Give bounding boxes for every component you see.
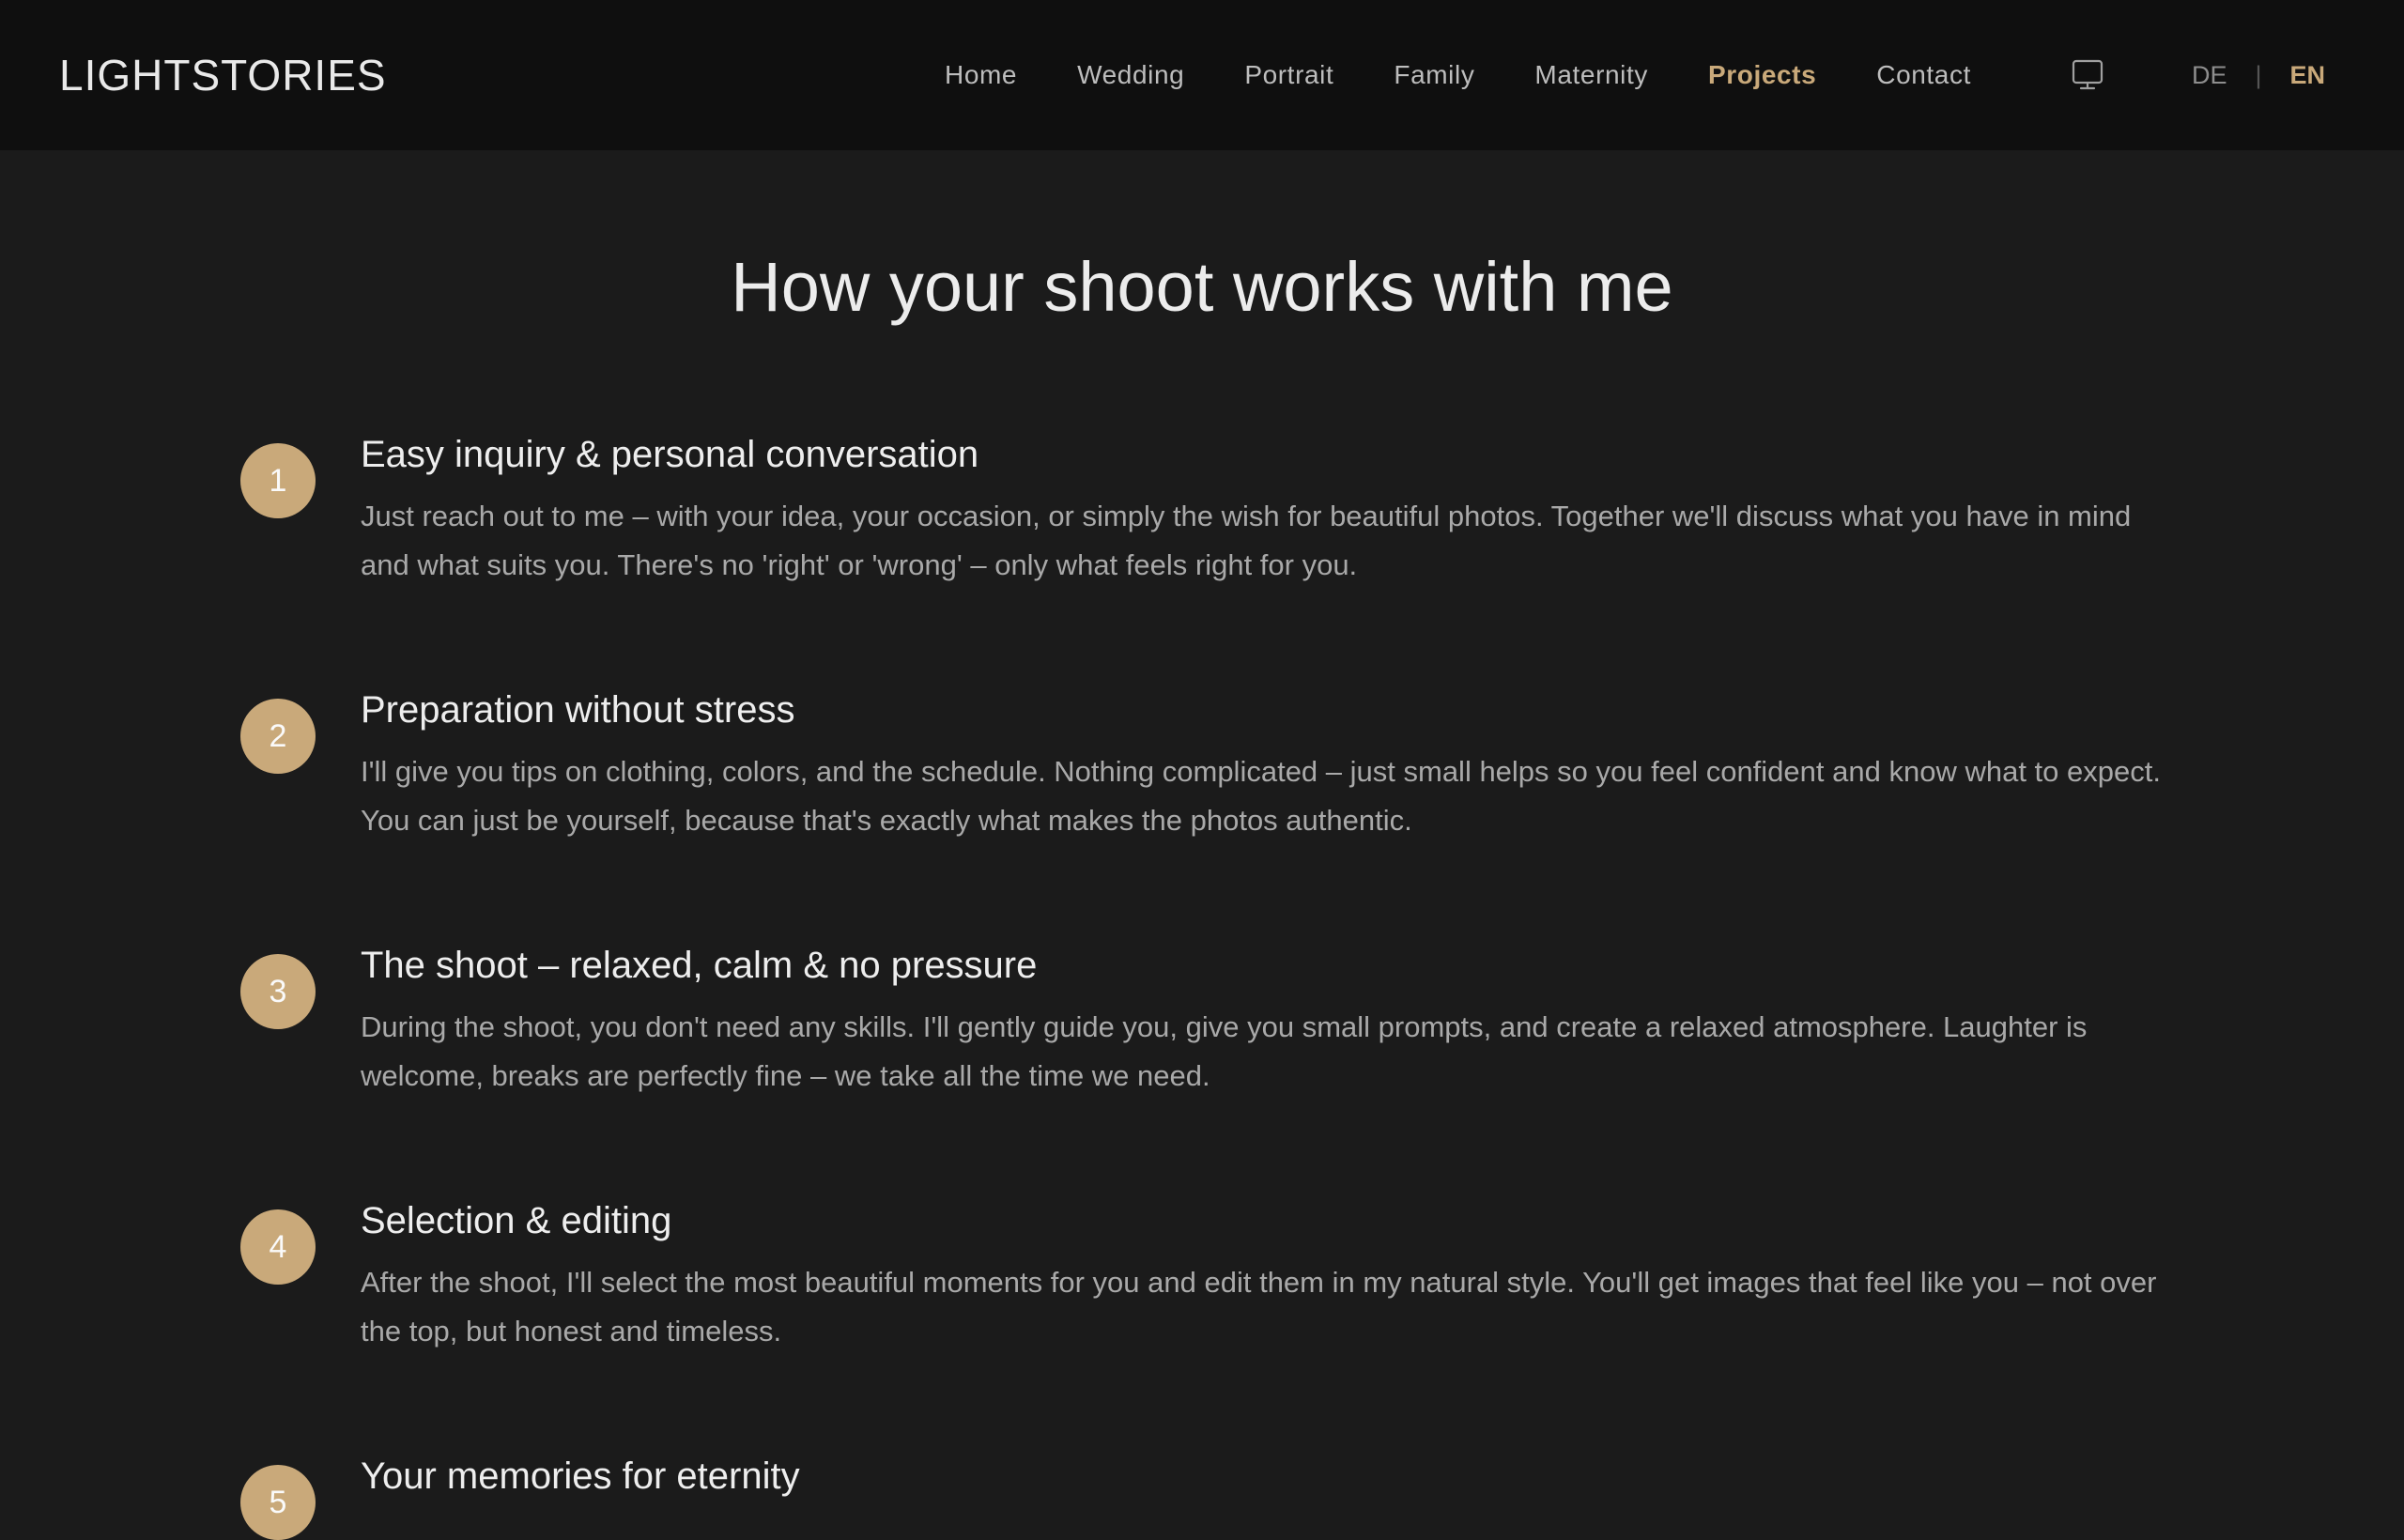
- step-title: Your memories for eternity: [361, 1455, 800, 1497]
- step-number-badge: 4: [240, 1209, 316, 1285]
- step-title: The shoot – relaxed, calm & no pressure: [361, 945, 1038, 986]
- step-description: During the shoot, you don't need any ski…: [361, 1010, 2088, 1092]
- step-description: After the shoot, I'll select the most be…: [361, 1266, 2157, 1348]
- step-number-badge: 5: [240, 1465, 316, 1540]
- step-number-badge: 1: [240, 443, 316, 518]
- nav-item-contact[interactable]: Contact: [1876, 56, 1971, 94]
- nav-item-maternity[interactable]: Maternity: [1534, 56, 1648, 94]
- step-description: I'll give you tips on clothing, colors, …: [361, 755, 2161, 837]
- nav-item-projects[interactable]: Projects: [1708, 56, 1816, 94]
- site-logo[interactable]: LIGHTSTORIES: [59, 47, 387, 103]
- language-switcher: DE | EN: [2192, 56, 2325, 94]
- step-title: Easy inquiry & personal conversation: [361, 434, 979, 475]
- nav-item-portrait[interactable]: Portrait: [1244, 56, 1333, 94]
- step-number-badge: 2: [240, 699, 316, 774]
- step-description: Just reach out to me – with your idea, y…: [361, 500, 2132, 581]
- monitor-icon[interactable]: [2072, 58, 2104, 92]
- page-title: How your shoot works with me: [731, 248, 1673, 326]
- lang-separator: |: [2255, 61, 2262, 89]
- main-nav: Home Wedding Portrait Family Maternity P…: [945, 56, 1971, 94]
- nav-item-home[interactable]: Home: [945, 56, 1017, 94]
- lang-de-link[interactable]: DE: [2192, 56, 2227, 94]
- step-title: Preparation without stress: [361, 689, 795, 731]
- step-title: Selection & editing: [361, 1200, 672, 1241]
- nav-item-family[interactable]: Family: [1394, 56, 1474, 94]
- step-number-badge: 3: [240, 954, 316, 1029]
- site-header: LIGHTSTORIES Home Wedding Portrait Famil…: [0, 0, 2404, 150]
- lang-en-link[interactable]: EN: [2290, 56, 2326, 94]
- nav-item-wedding[interactable]: Wedding: [1077, 56, 1184, 94]
